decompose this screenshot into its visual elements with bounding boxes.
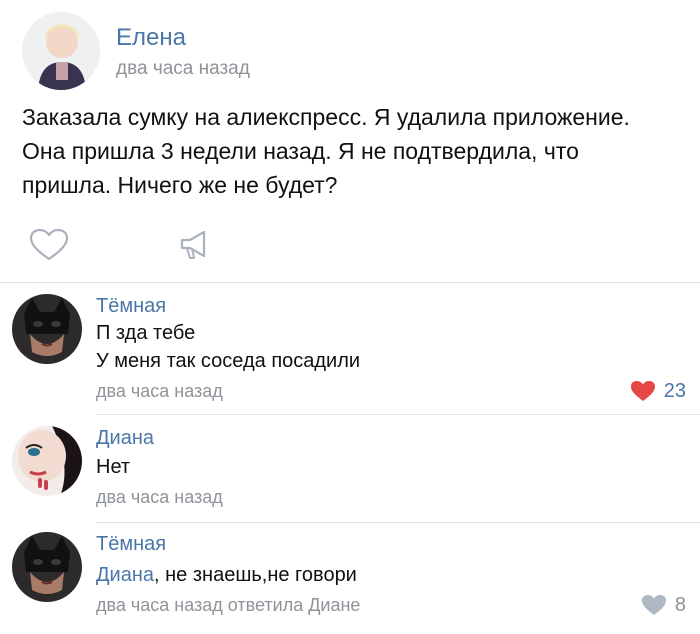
comment-text: Диана, не знаешь,не говори bbox=[96, 562, 357, 588]
comment-text: Нет bbox=[96, 456, 131, 478]
comment-author-name[interactable]: Тёмная bbox=[96, 294, 166, 318]
comment-like-button[interactable]: 23 bbox=[630, 378, 686, 404]
megaphone-icon bbox=[180, 230, 206, 259]
like-count: 8 bbox=[674, 594, 686, 616]
comment-timestamp: два часа назад bbox=[96, 381, 223, 401]
mention-link[interactable]: Диана bbox=[96, 564, 154, 586]
comment: Диана Нет два часа назад bbox=[0, 422, 700, 522]
heart-outline-icon bbox=[29, 228, 69, 261]
avatar-photo bbox=[22, 12, 100, 90]
comment-author-name[interactable]: Диана bbox=[96, 426, 154, 450]
comment: Тёмная П зда тебе У меня так соседа поса… bbox=[0, 290, 700, 414]
comment-text-rest: , не знаешь,не говори bbox=[154, 564, 357, 586]
heart-filled-icon bbox=[641, 595, 666, 615]
divider bbox=[0, 282, 700, 283]
avatar-photo bbox=[12, 426, 82, 496]
heart-filled-icon bbox=[630, 381, 655, 401]
comment-text: У меня так соседа посадили bbox=[96, 350, 361, 372]
comment-text: П зда тебе bbox=[96, 322, 196, 344]
avatar-photo bbox=[12, 532, 82, 602]
comment-timestamp: два часа назад ответила Диане bbox=[96, 595, 361, 615]
comment: Тёмная Диана, не знаешь,не говори два ча… bbox=[0, 528, 700, 634]
avatar[interactable] bbox=[22, 12, 100, 90]
post-actions bbox=[22, 226, 242, 266]
divider bbox=[96, 522, 700, 523]
share-button[interactable] bbox=[172, 226, 218, 264]
like-count: 23 bbox=[663, 380, 686, 402]
post-author-name[interactable]: Елена bbox=[116, 24, 186, 52]
comment-author-name[interactable]: Тёмная bbox=[96, 532, 166, 556]
avatar[interactable] bbox=[12, 426, 82, 496]
post-text: Заказала сумку на алиекспресс. Я удалила… bbox=[22, 104, 630, 198]
avatar[interactable] bbox=[12, 294, 82, 364]
avatar-photo bbox=[12, 294, 82, 364]
post-timestamp: два часа назад bbox=[116, 58, 250, 79]
post-header: Елена два часа назад bbox=[22, 12, 682, 102]
divider bbox=[96, 414, 700, 415]
comment-timestamp: два часа назад bbox=[96, 487, 223, 507]
like-button[interactable] bbox=[26, 226, 72, 264]
avatar[interactable] bbox=[12, 532, 82, 602]
comment-like-button[interactable]: 8 bbox=[641, 592, 686, 618]
